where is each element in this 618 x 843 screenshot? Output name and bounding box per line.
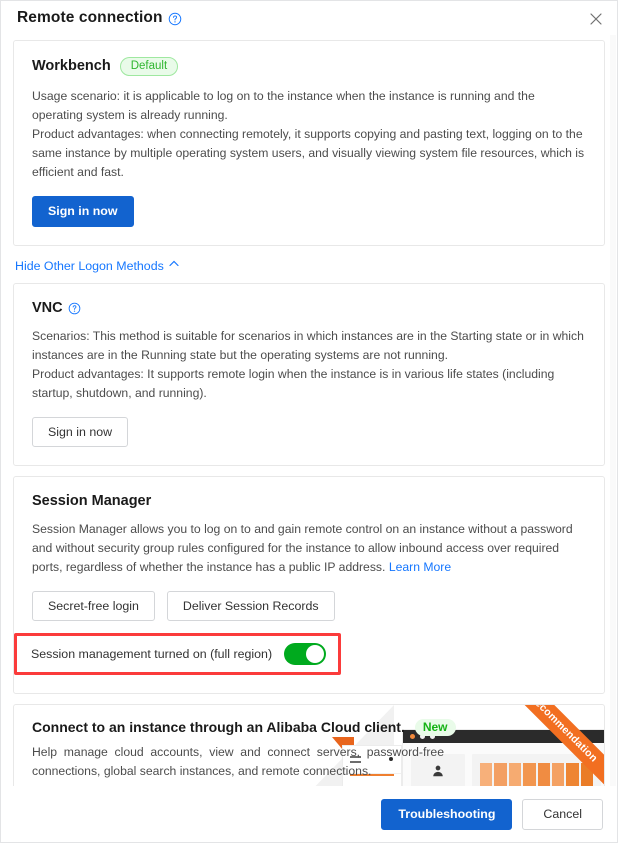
session-management-highlight: Session management turned on (full regio… — [14, 632, 342, 675]
dialog-footer: Troubleshooting Cancel — [1, 786, 617, 842]
session-manager-title-row: Session Manager — [32, 493, 586, 509]
page-title: Remote connection — [17, 9, 163, 26]
alibaba-cloud-client-promo-card: Recommendation Connect to an instance th… — [13, 703, 605, 786]
illustration-bar — [480, 762, 493, 786]
illustration-bar — [523, 762, 536, 786]
vnc-title-row: VNC — [32, 300, 586, 316]
toggle-knob — [306, 644, 325, 663]
workbench-title: Workbench — [32, 58, 111, 75]
vnc-description: Scenarios: This method is suitable for s… — [32, 328, 584, 400]
session-manager-title: Session Manager — [32, 492, 152, 509]
session-management-toggle-label: Session management turned on (full regio… — [31, 646, 273, 661]
workbench-card: Workbench Default Usage scenario: it is … — [13, 40, 605, 246]
question-circle-icon[interactable] — [168, 12, 182, 26]
illustration-bar — [537, 762, 550, 786]
illustration-bar — [508, 762, 522, 786]
close-icon[interactable] — [585, 8, 607, 30]
vnc-actions: Sign in now — [32, 416, 586, 447]
promo-title-row: Connect to an instance through an Alibab… — [32, 718, 586, 736]
status-badge: Default — [119, 57, 179, 76]
scrollbar[interactable] — [610, 35, 616, 786]
illustration-bar — [551, 762, 565, 786]
illustration-bars — [480, 762, 593, 786]
vnc-title: VNC — [32, 299, 63, 316]
session-manager-card: Session Manager Session Manager allows y… — [13, 475, 605, 694]
vnc-sign-in-button[interactable]: Sign in now — [32, 416, 129, 447]
workbench-description: Usage scenario: it is applicable to log … — [32, 88, 585, 179]
illustration-bar — [566, 762, 579, 786]
workbench-actions: Sign in now — [32, 195, 586, 227]
dialog-body: Workbench Default Usage scenario: it is … — [1, 35, 617, 786]
hide-other-logon-methods-label: Hide Other Logon Methods — [15, 258, 164, 273]
workbench-title-row: Workbench Default — [32, 57, 586, 76]
session-manager-description: Session Manager allows you to log on to … — [32, 520, 586, 577]
deliver-session-records-button[interactable]: Deliver Session Records — [166, 590, 335, 621]
learn-more-link[interactable]: Learn More — [389, 560, 451, 574]
new-badge: New — [414, 718, 456, 736]
promo-description: Help manage cloud accounts, view and con… — [32, 744, 444, 778]
chevron-up-icon — [169, 259, 179, 270]
session-manager-description-text: Session Manager allows you to log on to … — [32, 521, 573, 574]
workbench-sign-in-button[interactable]: Sign in now — [32, 195, 134, 227]
session-manager-actions: Secret-free login Deliver Session Record… — [32, 590, 586, 621]
hide-other-logon-methods-link[interactable]: Hide Other Logon Methods — [15, 259, 179, 273]
remote-connection-dialog: Remote connection Workbench Default Usag… — [0, 0, 618, 843]
dialog-header: Remote connection — [1, 1, 617, 35]
illustration-bar — [494, 762, 507, 786]
vnc-card: VNC Scenarios: This method is suitable f… — [13, 282, 605, 466]
promo-title: Connect to an instance through an Alibab… — [32, 719, 405, 736]
session-management-toggle[interactable] — [284, 642, 327, 665]
secret-free-login-button[interactable]: Secret-free login — [32, 590, 155, 621]
troubleshooting-button[interactable]: Troubleshooting — [381, 798, 513, 830]
question-circle-icon[interactable] — [68, 302, 82, 316]
cancel-button[interactable]: Cancel — [522, 798, 603, 830]
